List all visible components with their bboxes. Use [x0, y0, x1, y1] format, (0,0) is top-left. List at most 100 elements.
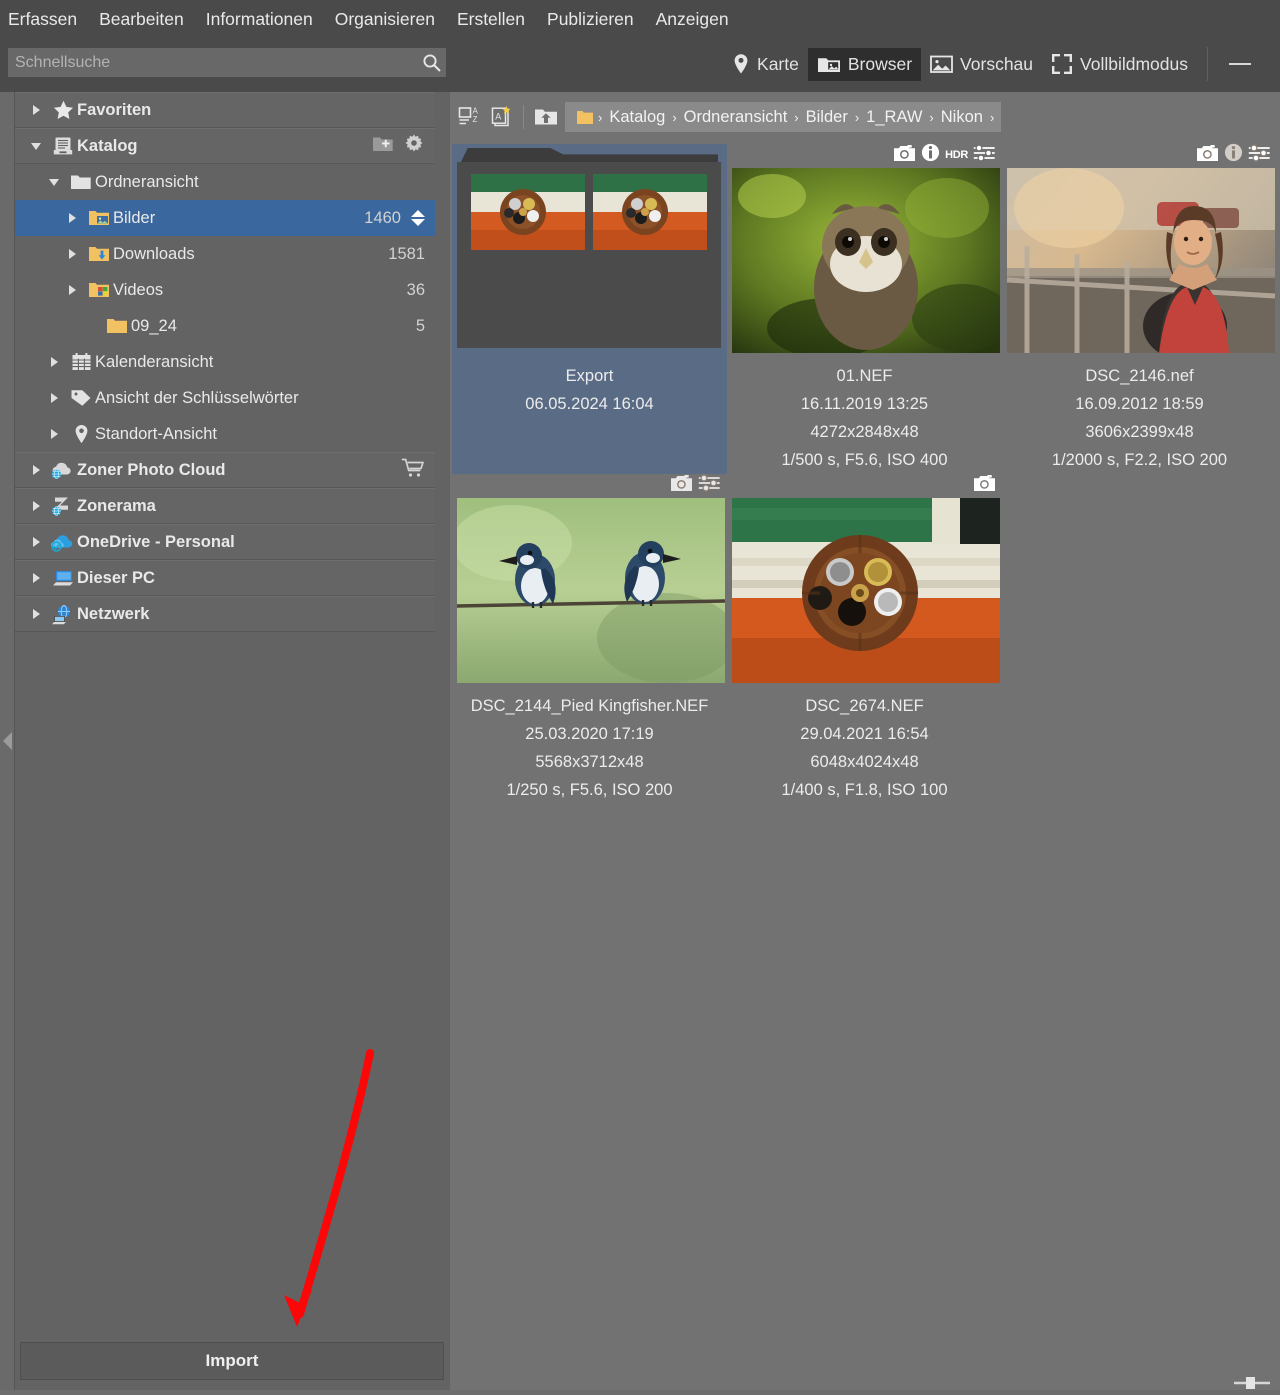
info-icon[interactable]: [921, 143, 940, 167]
thumbnail-cell-dsc-2674[interactable]: DSC_2674.NEF 29.04.2021 16:54 6048x4024x…: [727, 474, 1002, 804]
thumbnail-caption: DSC_2674.NEF 29.04.2021 16:54 6048x4024x…: [727, 692, 1002, 804]
thumbnail-image[interactable]: [732, 160, 1000, 360]
sidebar-item-standort-ansicht-label: Standort-Ansicht: [95, 424, 217, 443]
chevron-right-icon[interactable]: [41, 393, 67, 403]
sidebar-item-netzwerk-label: Netzwerk: [77, 604, 150, 623]
import-button[interactable]: Import: [20, 1342, 444, 1380]
thumbnail-cell-export[interactable]: Export 06.05.2024 16:04: [452, 144, 727, 474]
svg-text:A: A: [495, 112, 501, 122]
map-pin-icon: [67, 424, 95, 445]
menu-erfassen[interactable]: Erfassen: [8, 9, 77, 30]
menu-anzeigen[interactable]: Anzeigen: [656, 9, 729, 30]
camera-icon[interactable]: [973, 474, 996, 497]
chevron-right-icon[interactable]: [23, 105, 49, 115]
menu-informationen[interactable]: Informationen: [206, 9, 313, 30]
cart-icon[interactable]: [401, 457, 425, 484]
add-folder-icon[interactable]: [372, 135, 394, 158]
search-input[interactable]: [8, 53, 416, 72]
chevron-right-icon[interactable]: [59, 249, 85, 259]
thumbnail-cell-dsc-2146[interactable]: DSC_2146.nef 16.09.2012 18:59 3606x2399x…: [1002, 143, 1277, 474]
sidebar-item-zonerama[interactable]: Zonerama: [15, 488, 435, 524]
menu-publizieren[interactable]: Publizieren: [547, 9, 634, 30]
folder-icon[interactable]: [573, 109, 597, 126]
sidebar-item-standort-ansicht[interactable]: Standort-Ansicht: [15, 416, 435, 452]
thumbnail-image[interactable]: [1007, 160, 1275, 360]
camera-icon[interactable]: [1196, 144, 1219, 167]
sort-az-icon[interactable]: A Z: [456, 102, 486, 132]
chevron-right-icon[interactable]: [41, 429, 67, 439]
sidebar-item-videos[interactable]: Videos 36: [15, 272, 435, 308]
gear-icon[interactable]: [403, 133, 425, 160]
search-icon[interactable]: [416, 48, 446, 77]
thumbnail-overlay-icons: [670, 473, 721, 497]
sidebar-item-zoner-photo-cloud[interactable]: Zoner Photo Cloud: [15, 452, 435, 488]
chevron-right-icon[interactable]: [59, 213, 85, 223]
view-mode-vollbild[interactable]: Vollbildmodus: [1042, 47, 1197, 81]
thumbnail-image[interactable]: [457, 490, 725, 690]
chevron-right-icon[interactable]: [23, 537, 49, 547]
filter-copies-icon[interactable]: A: [486, 102, 516, 132]
thumbnail-exposure: 1/500 s, F5.6, ISO 400: [781, 451, 948, 469]
chevron-right-icon[interactable]: [59, 285, 85, 295]
chevron-right-icon[interactable]: [23, 609, 49, 619]
sort-order-toggle-icon[interactable]: [411, 210, 425, 226]
sidebar-item-bilder[interactable]: Bilder 1460: [15, 200, 435, 236]
camera-icon[interactable]: [670, 474, 693, 497]
tag-icon: [67, 388, 95, 408]
sidebar-item-katalog[interactable]: Katalog: [15, 128, 435, 164]
thumbnail-cell-01-nef[interactable]: HDR 01.NEF 16.11.2019 13:25 4272x2848x48…: [727, 143, 1002, 474]
camera-icon[interactable]: [893, 144, 916, 167]
develop-sliders-icon[interactable]: [1248, 143, 1271, 167]
chevron-right-icon[interactable]: [23, 465, 49, 475]
sidebar-item-favoriten[interactable]: Favoriten: [15, 92, 435, 128]
thumbnail-caption: DSC_2146.nef 16.09.2012 18:59 3606x2399x…: [1002, 362, 1277, 474]
window-controls-divider: [1207, 47, 1208, 81]
view-mode-vorschau[interactable]: Vorschau: [921, 48, 1042, 81]
sidebar: Favoriten Katalog Ordneransicht Bilder 1…: [0, 92, 450, 1390]
sidebar-item-kalenderansicht[interactable]: Kalenderansicht: [15, 344, 435, 380]
sidebar-item-09-24[interactable]: 09_24 5: [15, 308, 435, 344]
thumbnail-size-slider[interactable]: [1232, 1376, 1272, 1390]
sidebar-item-downloads-count: 1581: [388, 244, 425, 263]
chevron-right-icon[interactable]: [23, 573, 49, 583]
view-mode-browser[interactable]: Browser: [807, 47, 922, 81]
collapse-sidebar-handle[interactable]: [0, 92, 15, 1390]
develop-sliders-icon[interactable]: [698, 473, 721, 497]
view-mode-karte[interactable]: Karte: [723, 47, 808, 81]
minimize-button[interactable]: [1218, 47, 1262, 81]
thumbnail-cell-dsc-2144[interactable]: DSC_2144_Pied Kingfisher.NEF 25.03.2020 …: [452, 473, 727, 804]
sidebar-item-downloads-label: Downloads: [113, 244, 195, 263]
view-mode-karte-label: Karte: [757, 53, 799, 74]
chevron-right-icon[interactable]: [41, 357, 67, 367]
folder-videos-icon: [85, 281, 113, 299]
sidebar-item-netzwerk[interactable]: Netzwerk: [15, 596, 435, 632]
breadcrumb-item-ordneransicht[interactable]: Ordneransicht: [678, 108, 794, 127]
chevron-down-icon[interactable]: [23, 142, 49, 150]
thumbnail-caption: Export 06.05.2024 16:04: [452, 362, 727, 418]
info-icon[interactable]: [1224, 143, 1243, 167]
chevron-right-icon[interactable]: [23, 501, 49, 511]
breadcrumb-item-nikon[interactable]: Nikon: [935, 108, 989, 127]
view-mode-vorschau-label: Vorschau: [960, 53, 1034, 74]
thumbnail-date: 16.09.2012 18:59: [1075, 395, 1204, 413]
chevron-down-icon[interactable]: [41, 178, 67, 186]
breadcrumb-item-1-raw[interactable]: 1_RAW: [860, 108, 928, 127]
menu-erstellen[interactable]: Erstellen: [457, 9, 525, 30]
quick-search-box[interactable]: [8, 48, 446, 77]
thumbnail-image[interactable]: [732, 490, 1000, 690]
develop-sliders-icon[interactable]: [973, 143, 996, 167]
sidebar-item-schluesselwoerter[interactable]: Ansicht der Schlüsselwörter: [15, 380, 435, 416]
sidebar-item-onedrive[interactable]: OneDrive - Personal: [15, 524, 435, 560]
breadcrumb-item-katalog[interactable]: Katalog: [603, 108, 671, 127]
calendar-icon: [67, 352, 95, 372]
menu-bearbeiten[interactable]: Bearbeiten: [99, 9, 184, 30]
sidebar-item-ordneransicht[interactable]: Ordneransicht: [15, 164, 435, 200]
browser-pane: A Z A › Katalog › Ordneransicht › Bilder…: [450, 92, 1280, 1390]
menu-organisieren[interactable]: Organisieren: [335, 9, 435, 30]
toolbar-divider: [523, 105, 524, 129]
sidebar-item-downloads[interactable]: Downloads 1581: [15, 236, 435, 272]
up-folder-icon[interactable]: [531, 102, 561, 132]
sidebar-item-dieser-pc[interactable]: Dieser PC: [15, 560, 435, 596]
breadcrumb-item-bilder[interactable]: Bilder: [800, 108, 854, 127]
sidebar-item-09-24-label: 09_24: [131, 316, 177, 335]
